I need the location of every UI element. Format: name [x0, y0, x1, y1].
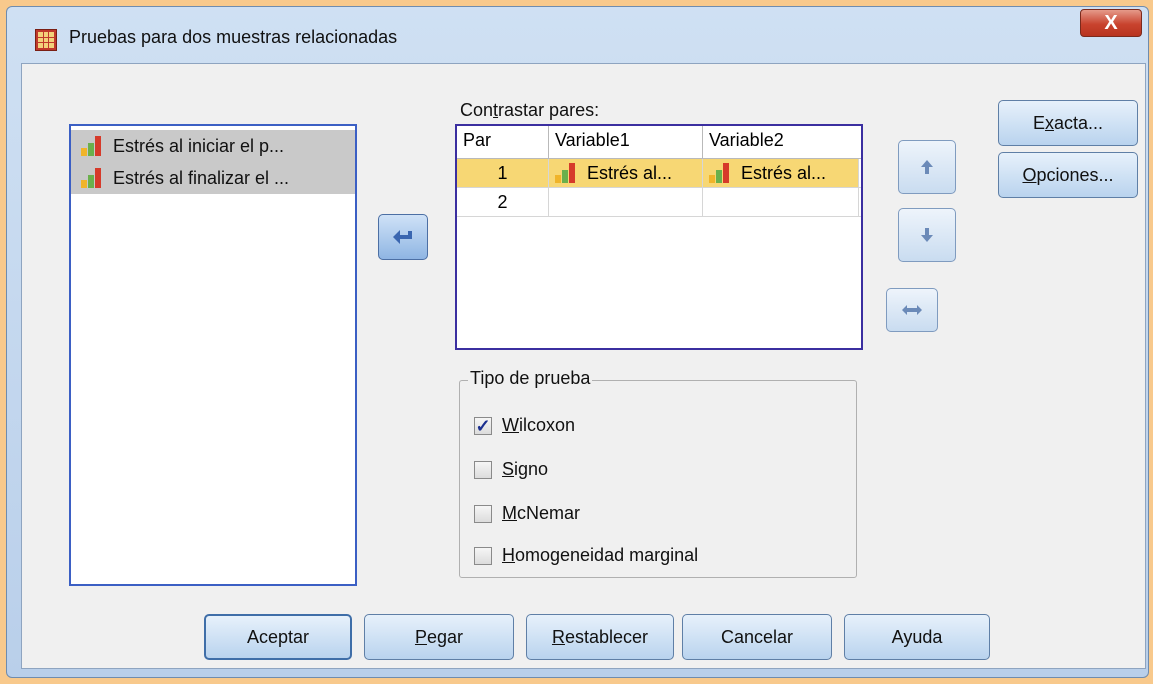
homogeneidad-marginal-checkbox[interactable]: Homogeneidad marginal [474, 545, 698, 566]
variable-label: Estrés al iniciar el p... [113, 135, 285, 156]
spss-app-icon [35, 29, 57, 51]
pair-variable2-cell[interactable] [703, 188, 859, 216]
move-down-button[interactable] [898, 208, 956, 262]
test-type-group: Tipo de prueba ✓ Wilcoxon Signo McNemar H… [459, 368, 857, 578]
source-variable-list[interactable]: Estrés al iniciar el p... Estrés al fina… [69, 124, 357, 586]
pairs-table[interactable]: Par Variable1 Variable2 1 Estrés al... E… [455, 124, 863, 350]
swap-button[interactable] [886, 288, 938, 332]
variable-label: Estrés al finalizar el ... [113, 167, 290, 188]
title-bar: Pruebas para dos muestras relacionadas X [7, 7, 1148, 63]
list-item[interactable]: Estrés al finalizar el ... [71, 162, 355, 194]
table-row[interactable]: 1 Estrés al... Estrés al... [457, 159, 861, 188]
table-header: Par Variable1 Variable2 [457, 126, 861, 159]
close-icon: X [1104, 11, 1118, 34]
arrow-up-icon [921, 160, 933, 174]
column-header-variable2: Variable2 [709, 130, 784, 150]
mcnemar-checkbox[interactable]: McNemar [474, 503, 580, 524]
close-button[interactable]: X [1080, 9, 1142, 37]
column-header-par: Par [457, 126, 549, 158]
pair-variable1-label: Estrés al... [587, 162, 673, 183]
move-up-button[interactable] [898, 140, 956, 194]
pair-variable2-cell[interactable]: Estrés al... [703, 159, 859, 187]
checkbox-checked-icon: ✓ [474, 415, 492, 436]
pegar-button[interactable]: Pegar [364, 614, 514, 660]
swap-horizontal-icon [902, 305, 922, 315]
pair-number: 1 [457, 159, 549, 187]
pair-number: 2 [457, 188, 549, 216]
checkbox-unchecked-icon [474, 460, 492, 479]
pair-variable1-cell[interactable] [549, 188, 703, 216]
arrow-down-icon [921, 228, 933, 242]
exacta-button[interactable]: Ex acta... [998, 100, 1138, 146]
pair-variable1-cell[interactable]: Estrés al... [549, 159, 703, 187]
dialog-window: Pruebas para dos muestras relacionadas X… [6, 6, 1149, 678]
list-item[interactable]: Estrés al iniciar el p... [71, 130, 355, 162]
scale-variable-icon [709, 163, 731, 183]
scale-variable-icon [555, 163, 577, 183]
cancelar-button[interactable]: Cancelar [682, 614, 832, 660]
transfer-left-arrow-icon [393, 230, 412, 244]
transfer-button[interactable] [378, 214, 428, 260]
ayuda-button[interactable]: Ayuda [844, 614, 990, 660]
checkbox-unchecked-icon [474, 504, 492, 523]
wilcoxon-checkbox[interactable]: ✓ Wilcoxon [474, 415, 575, 436]
aceptar-button[interactable]: Aceptar [204, 614, 352, 660]
pairs-label: Contrastar pares: [460, 100, 600, 120]
opciones-button[interactable]: Opciones... [998, 152, 1138, 198]
signo-checkbox[interactable]: Signo [474, 459, 548, 480]
pair-variable2-label: Estrés al... [741, 162, 827, 183]
checkbox-unchecked-icon [474, 546, 492, 565]
restablecer-button[interactable]: Restablecer [526, 614, 674, 660]
column-header-variable1: Variable1 [549, 126, 703, 158]
scale-variable-icon [81, 168, 103, 188]
window-title: Pruebas para dos muestras relacionadas [69, 27, 398, 47]
table-row[interactable]: 2 [457, 188, 861, 217]
dialog-body: Estrés al iniciar el p... Estrés al fina… [21, 63, 1146, 669]
scale-variable-icon [81, 136, 103, 156]
test-type-label: Tipo de prueba [468, 368, 593, 389]
